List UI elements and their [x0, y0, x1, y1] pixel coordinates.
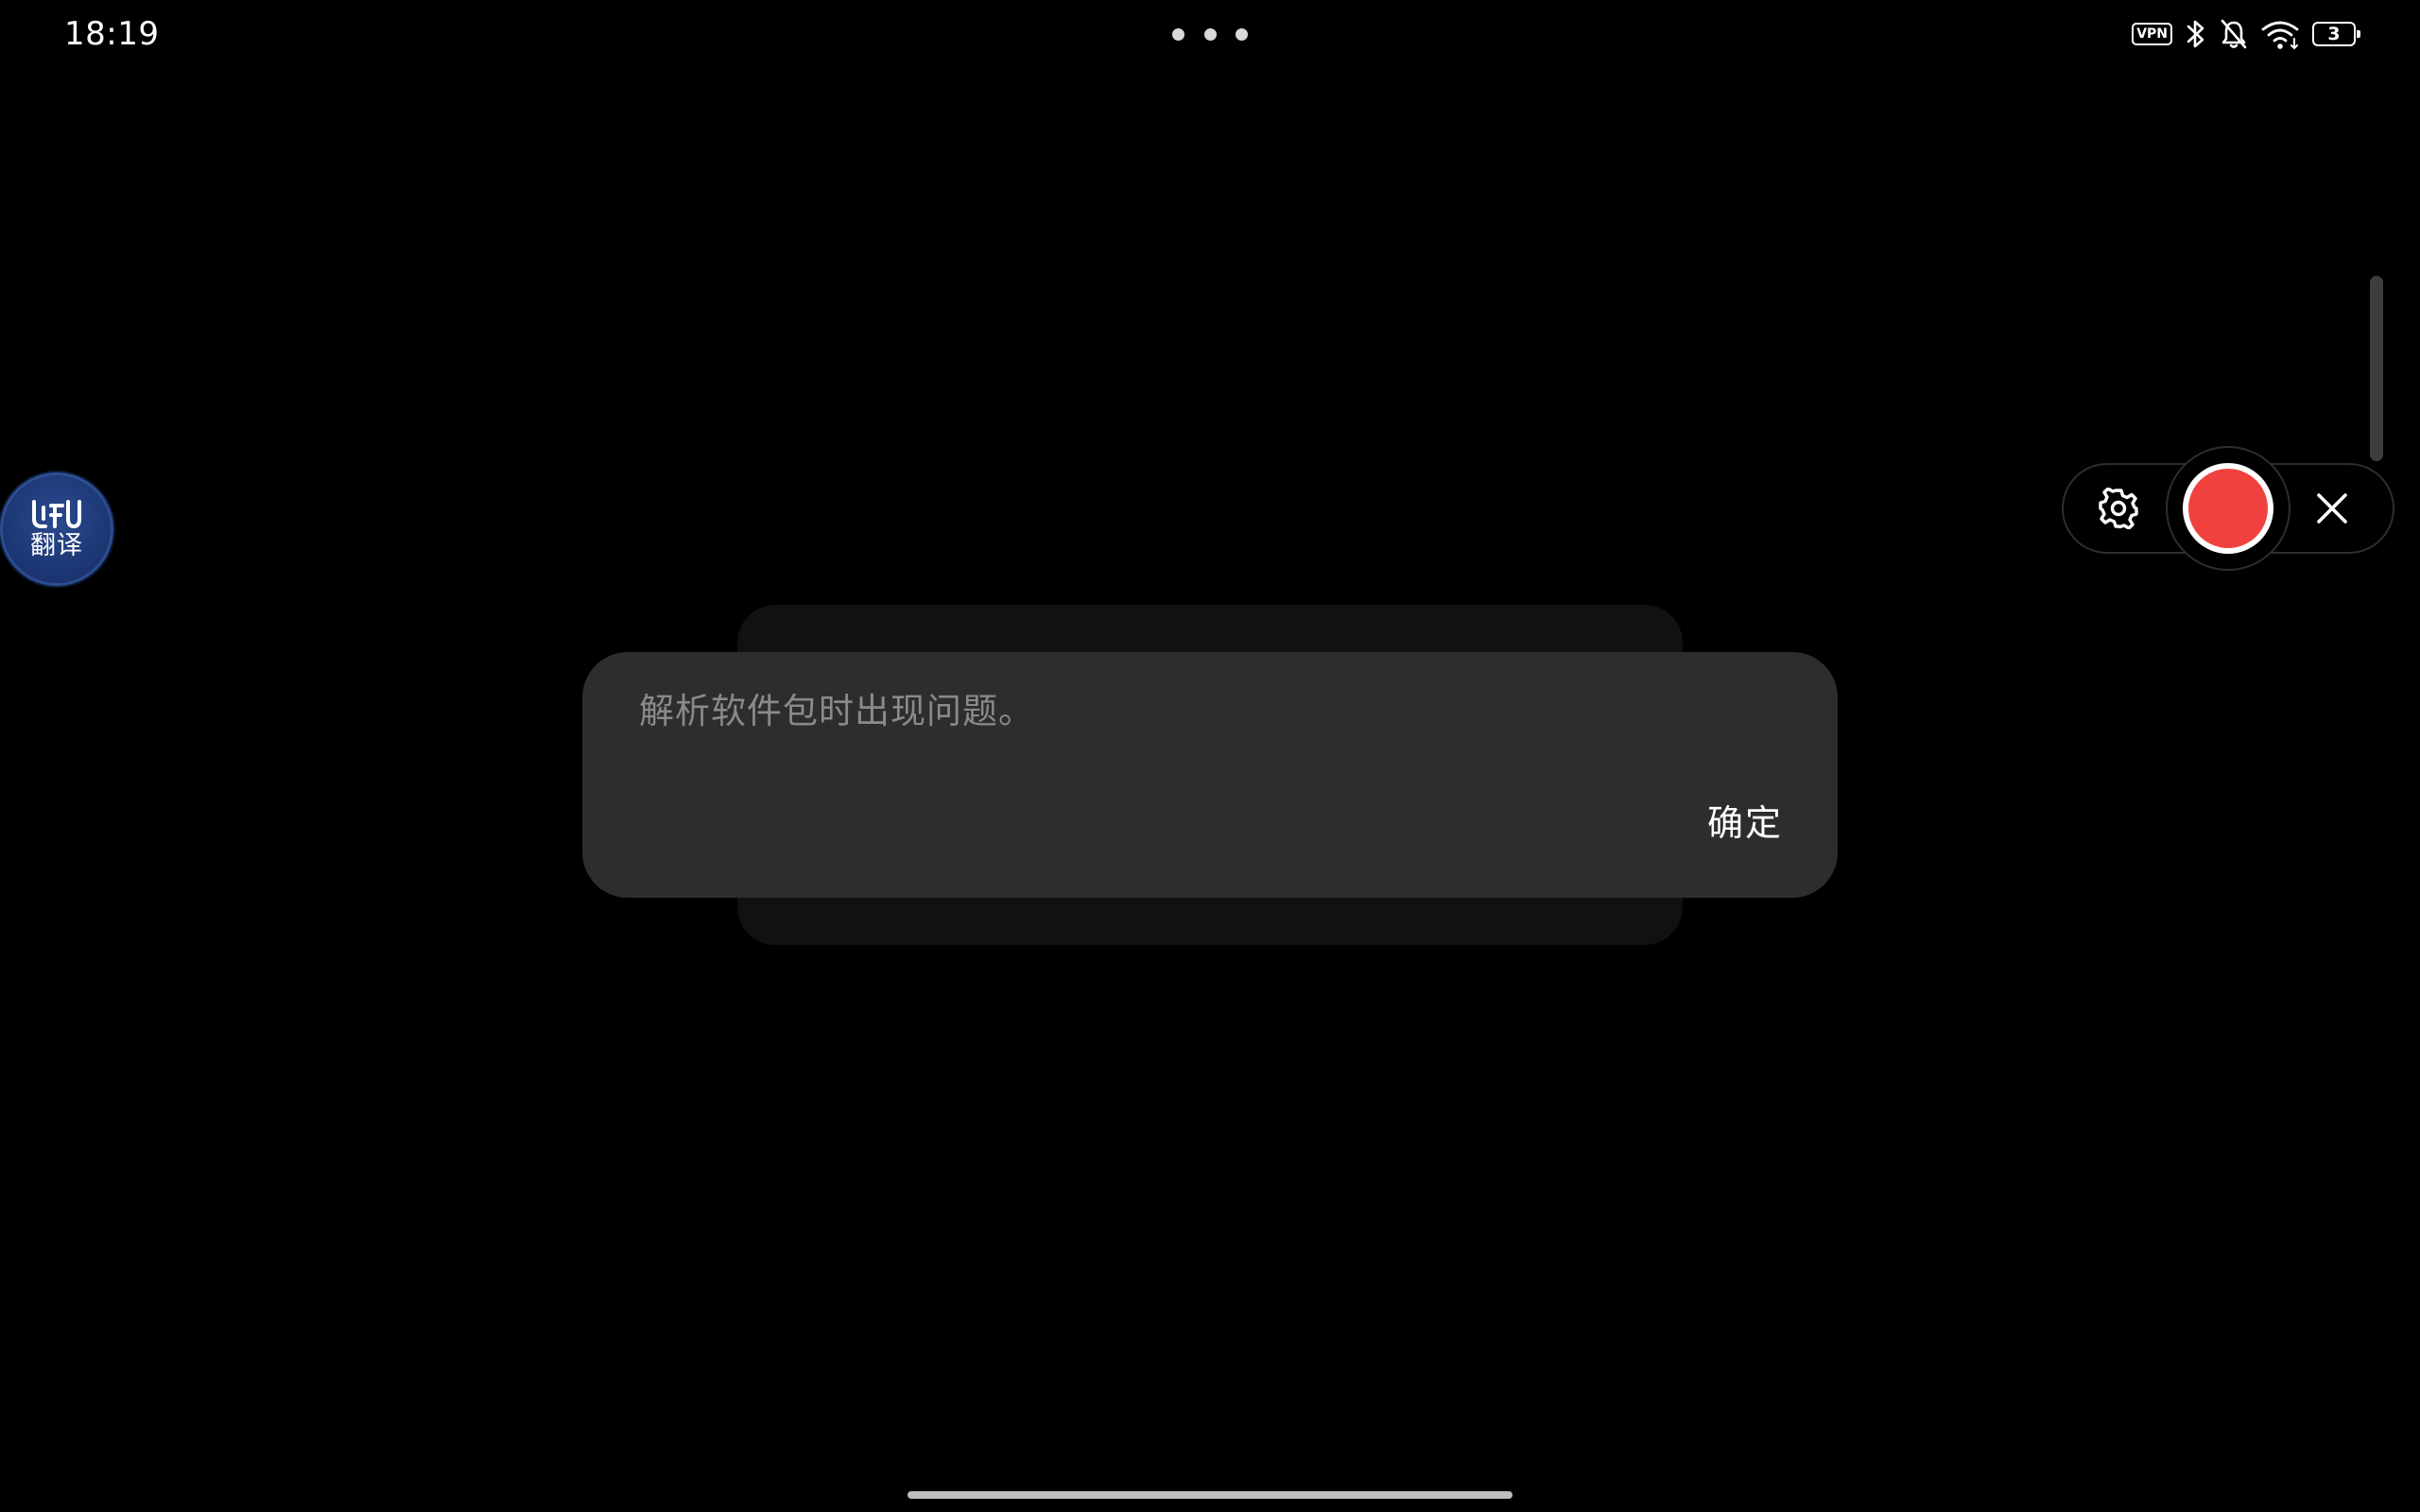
vpn-label: VPN	[2132, 23, 2172, 45]
screen: 18:19 VPN 3 翻译 解析软件包时出现问题。 确定	[0, 0, 2420, 1512]
dialog-ok-button[interactable]: 确定	[1707, 799, 1783, 847]
gear-icon	[2098, 487, 2139, 533]
record-button[interactable]	[2183, 463, 2273, 554]
dialog-message: 解析软件包时出现问题。	[639, 691, 1034, 731]
floating-translate-button[interactable]: 翻译	[0, 472, 113, 586]
record-close-button[interactable]	[2306, 484, 2359, 537]
battery-level: 3	[2312, 22, 2360, 46]
record-button-ring	[2166, 446, 2290, 571]
dot-icon	[1236, 27, 1248, 41]
multiwindow-handle[interactable]	[1172, 26, 1248, 42]
dot-icon	[1203, 27, 1217, 41]
close-icon	[2315, 491, 2349, 529]
error-dialog: 解析软件包时出现问题。 确定	[582, 652, 1838, 898]
record-icon	[2188, 469, 2268, 548]
translate-logo-icon	[30, 498, 83, 530]
status-icons: VPN 3	[2132, 15, 2360, 53]
battery-icon: 3	[2312, 22, 2360, 46]
screen-record-toolbar	[2062, 446, 2394, 571]
scroll-indicator[interactable]	[2370, 276, 2383, 461]
home-indicator[interactable]	[908, 1491, 1512, 1499]
dot-icon	[1172, 27, 1184, 41]
bluetooth-icon	[2186, 18, 2206, 50]
bell-off-icon	[2220, 18, 2248, 50]
record-settings-button[interactable]	[2092, 484, 2145, 537]
status-time: 18:19	[64, 15, 160, 53]
translate-label: 翻译	[30, 531, 83, 560]
wifi-icon	[2261, 18, 2299, 50]
vpn-icon: VPN	[2132, 23, 2172, 45]
